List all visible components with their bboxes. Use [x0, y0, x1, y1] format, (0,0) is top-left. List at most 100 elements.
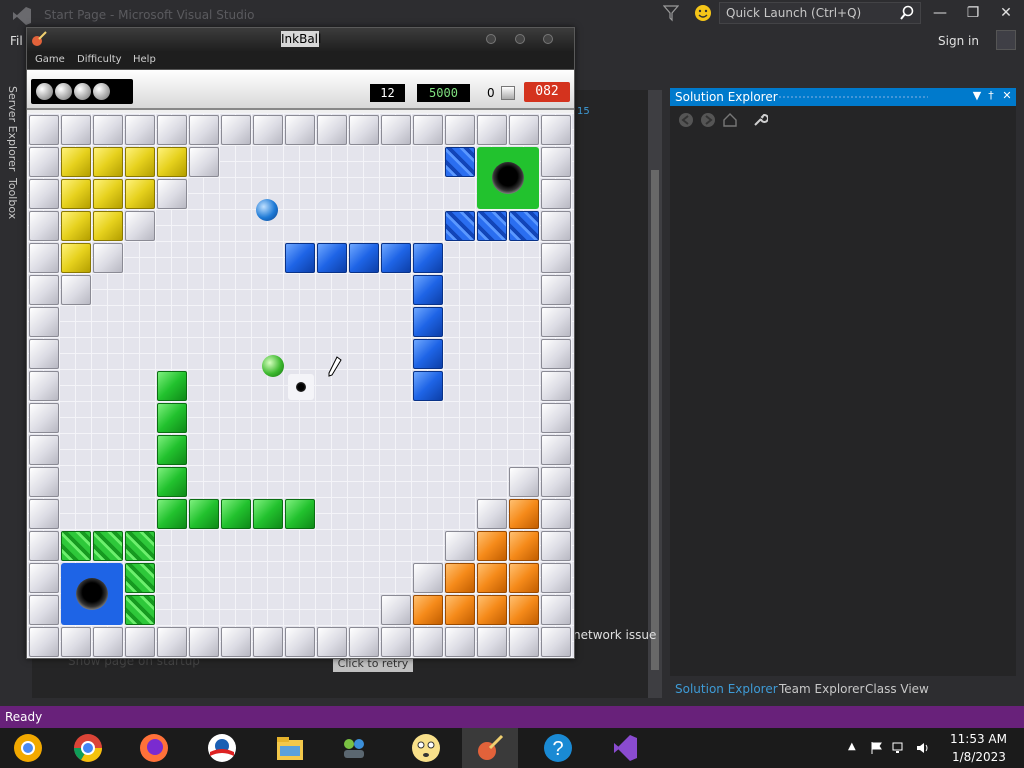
yellow-block — [61, 211, 91, 241]
folder-icon — [277, 737, 303, 760]
taskbar-chrome[interactable] — [60, 728, 116, 768]
gray-block — [29, 179, 59, 209]
minimize-button[interactable]: — — [930, 4, 950, 22]
taskbar-smiley-app[interactable] — [398, 728, 454, 768]
status-text: Ready — [5, 710, 43, 724]
green-breakable-block — [61, 531, 91, 561]
start-page-scrollbar[interactable] — [648, 90, 662, 698]
flag-icon[interactable] — [870, 741, 884, 755]
green-block — [157, 371, 187, 401]
tab-class-view[interactable]: Class View — [865, 682, 929, 696]
back-icon[interactable] — [678, 112, 694, 128]
gray-block — [381, 627, 411, 657]
gray-block — [381, 115, 411, 145]
help-icon: ? — [544, 734, 572, 762]
taskbar-help[interactable]: ? — [530, 728, 586, 768]
menu-difficulty[interactable]: Difficulty — [77, 54, 122, 65]
close-icon[interactable]: ✕ — [1000, 89, 1014, 105]
taskbar-network-people[interactable] — [326, 728, 382, 768]
yellow-block — [157, 147, 187, 177]
inkball-window: InkBall Game Difficulty Help 12 5000 0 0… — [26, 27, 575, 659]
pin-icon[interactable]: † — [984, 89, 998, 105]
gray-block — [541, 403, 571, 433]
tab-toolbox[interactable]: Toolbox — [6, 178, 19, 219]
home-icon[interactable] — [722, 112, 738, 128]
forward-icon[interactable] — [700, 112, 716, 128]
gray-block — [445, 115, 475, 145]
game-board[interactable] — [27, 113, 574, 658]
clock-time[interactable]: 11:53 AM — [950, 732, 1007, 746]
feedback-smiley-icon[interactable] — [694, 4, 712, 22]
gray-block — [189, 147, 219, 177]
gray-block — [29, 563, 59, 593]
feedback-filter-icon[interactable] — [663, 4, 679, 22]
pen-cursor-icon — [328, 356, 342, 377]
balls-counter: 0 — [487, 86, 495, 100]
gray-block — [29, 595, 59, 625]
yellow-block — [61, 243, 91, 273]
taskbar-firefox[interactable] — [126, 728, 182, 768]
scrollbar-thumb[interactable] — [651, 170, 659, 670]
account-avatar-icon[interactable] — [996, 30, 1016, 50]
gray-block — [29, 403, 59, 433]
gray-block — [61, 627, 91, 657]
gray-block — [221, 115, 251, 145]
wrench-icon[interactable] — [752, 112, 768, 128]
queued-ball — [74, 83, 91, 100]
menu-help[interactable]: Help — [133, 54, 156, 65]
tab-team-explorer[interactable]: Team Explorer — [779, 682, 865, 696]
clock-date[interactable]: 1/8/2023 — [952, 750, 1006, 764]
gray-block — [541, 563, 571, 593]
gray-block — [541, 243, 571, 273]
volume-icon[interactable] — [916, 741, 930, 755]
green-block — [253, 499, 283, 529]
blue-block — [413, 243, 443, 273]
inkball-maximize-button[interactable] — [515, 34, 525, 44]
orange-block — [509, 595, 539, 625]
close-button[interactable]: ✕ — [996, 4, 1016, 22]
restore-button[interactable]: ❐ — [963, 4, 983, 22]
taskbar-visual-studio[interactable] — [596, 728, 652, 768]
gray-block — [541, 307, 571, 337]
green-block — [157, 435, 187, 465]
quick-launch-input[interactable]: Quick Launch (Ctrl+Q) — [719, 2, 921, 24]
yellow-block — [93, 179, 123, 209]
gray-block — [189, 115, 219, 145]
orange-block — [477, 595, 507, 625]
inkball-menubar: Game Difficulty Help — [27, 52, 574, 70]
network-icon[interactable] — [892, 741, 906, 755]
yellow-block — [125, 147, 155, 177]
yellow-block — [93, 211, 123, 241]
gray-block — [381, 595, 411, 625]
menu-game[interactable]: Game — [35, 54, 65, 65]
gray-block — [541, 435, 571, 465]
taskbar-paint[interactable] — [462, 728, 518, 768]
green-block — [285, 499, 315, 529]
people-network-icon — [344, 739, 364, 758]
gray-block — [61, 115, 91, 145]
solution-explorer-header: Solution Explorer ▼ † ✕ — [670, 88, 1016, 106]
gray-block — [317, 627, 347, 657]
inkball-close-button[interactable] — [543, 34, 553, 44]
green-goal-hole — [477, 147, 539, 209]
gray-block — [29, 371, 59, 401]
taskbar-file-explorer[interactable] — [262, 728, 318, 768]
inkball-minimize-button[interactable] — [486, 34, 496, 44]
gray-block — [93, 115, 123, 145]
inkball-title: InkBall — [281, 31, 322, 47]
gray-block — [125, 115, 155, 145]
menu-file[interactable]: Fil — [10, 34, 23, 48]
sign-in-link[interactable]: Sign in — [938, 34, 979, 48]
chevron-up-icon[interactable]: ▲ — [848, 741, 862, 755]
start-page-link-fragment[interactable]: 15 — [577, 106, 590, 117]
tab-solution-explorer[interactable]: Solution Explorer — [675, 682, 778, 696]
chevron-down-icon[interactable]: ▼ — [970, 89, 984, 105]
gray-block — [541, 211, 571, 241]
orange-block — [477, 531, 507, 561]
search-icon[interactable] — [899, 5, 915, 21]
taskbar-obama[interactable] — [194, 728, 250, 768]
green-block — [157, 467, 187, 497]
gray-block — [541, 371, 571, 401]
taskbar-chrome-canary[interactable] — [0, 728, 56, 768]
tab-server-explorer[interactable]: Server Explorer — [6, 86, 19, 171]
